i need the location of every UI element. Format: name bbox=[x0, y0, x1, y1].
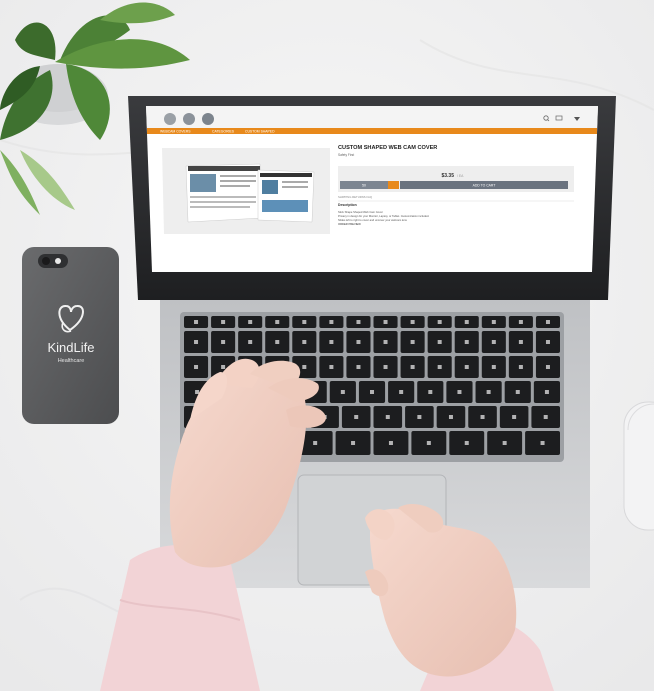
product-meta: SHIPPING RETURNS FAQ bbox=[338, 195, 373, 199]
key-legend bbox=[313, 441, 318, 445]
key-legend bbox=[329, 320, 334, 324]
nav-item-3[interactable]: CUSTOM SHAPED bbox=[245, 130, 275, 134]
key-legend bbox=[486, 390, 491, 394]
key-legend bbox=[545, 365, 550, 369]
key-legend bbox=[545, 320, 550, 324]
key-legend bbox=[457, 390, 462, 394]
product-subtitle: Safety First bbox=[338, 153, 354, 157]
key-legend bbox=[464, 320, 469, 324]
key-legend bbox=[518, 340, 523, 344]
key-legend bbox=[448, 415, 453, 419]
add-to-cart-label: ADD TO CART bbox=[473, 184, 496, 188]
description-line-3: Slides left to right to cover and uncove… bbox=[338, 218, 408, 222]
key-legend bbox=[385, 415, 390, 419]
key-legend bbox=[410, 340, 415, 344]
key-legend bbox=[515, 390, 520, 394]
key-legend bbox=[194, 365, 199, 369]
key-legend bbox=[491, 365, 496, 369]
key-legend bbox=[410, 365, 415, 369]
key-legend bbox=[545, 340, 550, 344]
key-legend bbox=[540, 441, 545, 445]
key-legend bbox=[275, 320, 280, 324]
laptop-screen: WEBCAM COVERS CATEGORIES CUSTOM SHAPED C… bbox=[146, 106, 598, 272]
key-legend bbox=[302, 340, 307, 344]
key-legend bbox=[512, 415, 517, 419]
product-title: CUSTOM SHAPED WEB CAM COVER bbox=[338, 145, 437, 151]
key-legend bbox=[428, 390, 433, 394]
description-line-2: Privacy in design for your Monitor, Lapt… bbox=[338, 214, 429, 218]
key-legend bbox=[491, 320, 496, 324]
quantity-value: 50 bbox=[362, 184, 366, 188]
key-legend bbox=[340, 390, 345, 394]
key-legend bbox=[383, 320, 388, 324]
phone-sub: Healthcare bbox=[58, 358, 85, 364]
key-legend bbox=[248, 320, 253, 324]
key-legend bbox=[329, 340, 334, 344]
key-legend bbox=[370, 390, 374, 394]
key-legend bbox=[437, 365, 442, 369]
description-heading: Description bbox=[338, 203, 357, 207]
key-legend bbox=[302, 320, 307, 324]
nav-item-2[interactable]: CATEGORIES bbox=[212, 130, 235, 134]
scene-svg: KindLife Healthcare WEBCAM COVERS CATEGO… bbox=[0, 0, 654, 691]
price-unit: / EA bbox=[457, 174, 464, 178]
key-legend bbox=[518, 365, 523, 369]
key-legend bbox=[410, 320, 415, 324]
site-logo-dot bbox=[164, 113, 176, 125]
smartphone: KindLife Healthcare bbox=[22, 247, 119, 424]
key-legend bbox=[329, 365, 334, 369]
key-legend bbox=[480, 415, 485, 419]
key-legend bbox=[502, 441, 507, 445]
key-legend bbox=[248, 340, 253, 344]
key-legend bbox=[221, 320, 226, 324]
key-legend bbox=[195, 390, 200, 394]
key-legend bbox=[491, 340, 496, 344]
product-price: $3.35 bbox=[441, 173, 454, 179]
key-legend bbox=[464, 340, 469, 344]
key-legend bbox=[544, 390, 549, 394]
key-legend bbox=[356, 365, 361, 369]
key-legend bbox=[356, 340, 361, 344]
computer-mouse bbox=[623, 401, 654, 531]
product-image bbox=[185, 163, 315, 223]
key-legend bbox=[518, 320, 523, 324]
key-legend bbox=[194, 320, 199, 324]
key-legend bbox=[426, 441, 431, 445]
key-legend bbox=[399, 390, 404, 394]
key-legend bbox=[194, 340, 199, 344]
key-legend bbox=[356, 320, 361, 324]
key-legend bbox=[543, 415, 548, 419]
key-legend bbox=[354, 415, 359, 419]
key-legend bbox=[221, 340, 226, 344]
key-legend bbox=[383, 365, 388, 369]
key-legend bbox=[437, 340, 442, 344]
key-legend bbox=[388, 441, 393, 445]
key-legend bbox=[351, 441, 356, 445]
key-legend bbox=[464, 441, 469, 445]
key-legend bbox=[302, 365, 307, 369]
photo-scene: KindLife Healthcare WEBCAM COVERS CATEGO… bbox=[0, 0, 654, 691]
key-legend bbox=[221, 365, 226, 369]
description-line-1: Stick Shape Shaped Web Cam Cover bbox=[338, 210, 383, 214]
key-legend bbox=[275, 340, 280, 344]
key-legend bbox=[464, 365, 469, 369]
key-legend bbox=[417, 415, 422, 419]
key-legend bbox=[437, 320, 442, 324]
quantity-stepper[interactable] bbox=[388, 181, 399, 189]
phone-brand: KindLife bbox=[48, 340, 95, 355]
nav-item-1[interactable]: WEBCAM COVERS bbox=[160, 130, 191, 134]
key-legend bbox=[383, 340, 388, 344]
description-line-4: ORDER PREVIEW bbox=[338, 222, 361, 226]
